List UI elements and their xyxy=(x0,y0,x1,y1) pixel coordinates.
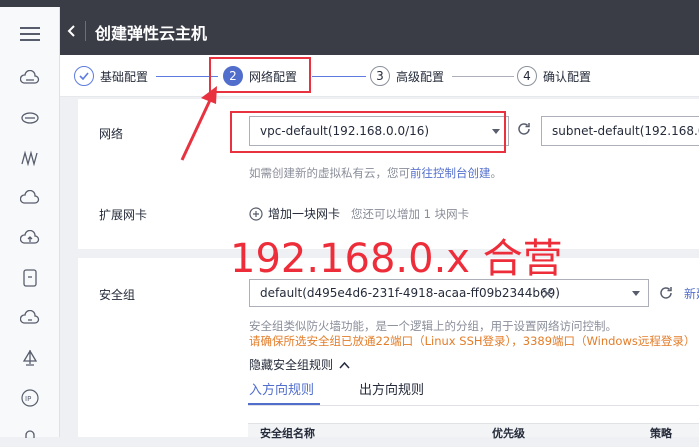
sail-icon[interactable] xyxy=(19,347,41,369)
wizard-steps: 基础配置 2 网络配置 3 高级配置 4 确认配置 xyxy=(60,55,699,97)
security-warning: 请确保所选安全组已放通22端口（Linux SSH登录），3389端口（Wind… xyxy=(249,334,696,348)
step-number: 3 xyxy=(370,66,390,86)
tab-divider xyxy=(248,405,699,406)
rules-table-header: 安全组名称 优先级 策略 xyxy=(248,423,699,440)
annotation-text: 192.168.0.x 合营 xyxy=(230,236,563,282)
plus-circle-icon xyxy=(249,206,263,221)
tab-outbound[interactable]: 出方向规则 xyxy=(359,379,424,398)
disk-icon[interactable] xyxy=(19,107,41,129)
highlight-box-vpc xyxy=(230,111,506,153)
step-label: 高级配置 xyxy=(396,69,445,84)
step-basic[interactable]: 基础配置 xyxy=(74,66,148,86)
step-connector xyxy=(312,76,366,77)
refresh-icon[interactable] xyxy=(659,286,673,303)
mobile-icon[interactable] xyxy=(19,267,41,289)
step-confirm[interactable]: 4 确认配置 xyxy=(517,66,591,86)
add-nic-label: 增加一块网卡 xyxy=(268,207,341,221)
step-label: 基础配置 xyxy=(100,69,149,84)
step-connector xyxy=(452,76,514,77)
col-policy: 策略 xyxy=(650,427,672,440)
menu-icon[interactable] xyxy=(19,23,41,45)
header-divider xyxy=(85,21,86,41)
sidebar: IP xyxy=(0,7,60,438)
cloud-refresh-icon[interactable] xyxy=(19,307,41,329)
new-security-group-link[interactable]: 新建 xyxy=(684,285,699,302)
step-label: 确认配置 xyxy=(543,69,592,84)
svg-text:IP: IP xyxy=(25,395,31,403)
col-name: 安全组名称 xyxy=(260,427,315,440)
annotation-arrow-icon xyxy=(180,86,217,161)
back-chevron-icon[interactable] xyxy=(62,18,82,44)
cloud-upload-icon[interactable] xyxy=(19,227,41,249)
clear-icon[interactable] xyxy=(542,288,553,299)
security-group-value: default(d495e4d6-231f-4918-acaa-ff09b234… xyxy=(260,286,560,300)
subnet-value: subnet-default(192.168.0.0/ xyxy=(552,124,699,138)
network-icon[interactable] xyxy=(19,147,41,169)
create-vpc-link[interactable]: 前往控制台创建 xyxy=(410,166,491,180)
toggle-rules-label: 隐藏安全组规则 xyxy=(249,358,334,372)
add-nic-hint: 您还可以增加 1 块网卡 xyxy=(351,206,470,221)
network-label: 网络 xyxy=(99,127,124,141)
security-label: 安全组 xyxy=(99,288,136,302)
cloud-icon[interactable] xyxy=(19,187,41,209)
check-icon xyxy=(74,66,94,86)
subnet-select[interactable]: subnet-default(192.168.0.0/ xyxy=(541,116,699,146)
ip-icon[interactable]: IP xyxy=(19,387,41,409)
refresh-icon[interactable] xyxy=(517,122,531,139)
network-hint: 如需创建新的虚拟私有云，您可前往控制台创建。 xyxy=(249,166,502,180)
top-strip xyxy=(0,0,699,7)
add-nic-button[interactable]: 增加一块网卡 您还可以增加 1 块网卡 xyxy=(249,205,469,222)
chevron-up-icon xyxy=(339,361,350,369)
col-priority: 优先级 xyxy=(492,427,525,440)
page-header: 创建弹性云主机 xyxy=(60,7,699,55)
toggle-rules-button[interactable]: 隐藏安全组规则 xyxy=(249,356,350,373)
lock-icon[interactable] xyxy=(19,425,41,447)
cloud-server-icon[interactable] xyxy=(19,67,41,89)
page-title: 创建弹性云主机 xyxy=(95,24,208,43)
caret-down-icon xyxy=(632,291,640,296)
step-advanced[interactable]: 3 高级配置 xyxy=(370,66,444,86)
nic-label: 扩展网卡 xyxy=(99,208,148,222)
tab-inbound[interactable]: 入方向规则 xyxy=(249,379,314,398)
security-hint: 安全组类似防火墙功能，是一个逻辑上的分组，用于设置网络访问控制。 xyxy=(249,319,617,333)
step-number: 4 xyxy=(517,66,537,86)
